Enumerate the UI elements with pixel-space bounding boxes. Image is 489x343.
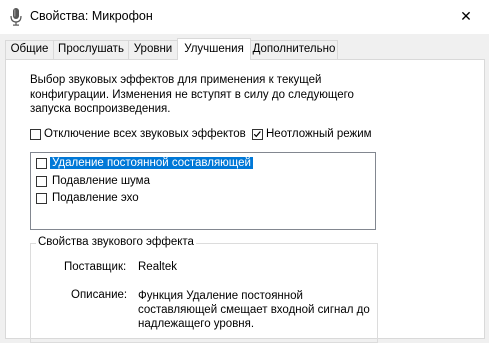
tab-label: Прослушать	[58, 43, 124, 55]
window-title: Свойства: Микрофон	[30, 9, 153, 23]
immediate-mode-checkbox[interactable]	[252, 129, 263, 140]
effect-checkbox-echo-cancellation[interactable]	[36, 193, 47, 204]
effect-description-label: Описание:	[71, 289, 128, 301]
selected-effect-text: Удаление постоянной составляющей	[50, 157, 253, 169]
title-bar: Свойства: Микрофон ✕	[0, 0, 489, 34]
effect-description-value: Функция Удаление постоянной составляющей…	[138, 290, 370, 330]
tab-label: Улучшения	[184, 43, 244, 55]
tab-general[interactable]: Общие	[5, 40, 54, 59]
provider-label: Поставщик:	[64, 261, 127, 273]
tab-advanced[interactable]: Дополнительно	[250, 40, 338, 59]
microphone-icon	[10, 8, 22, 26]
effect-label-echo-cancellation[interactable]: Подавление эхо	[52, 192, 139, 204]
effect-checkbox-dc-offset[interactable]	[36, 158, 47, 169]
effect-label-dc-offset[interactable]: Удаление постоянной составляющей	[50, 157, 253, 169]
effect-checkbox-noise-suppression[interactable]	[36, 176, 47, 187]
tab-levels[interactable]: Уровни	[128, 40, 178, 59]
effect-label-noise-suppression[interactable]: Подавление шума	[52, 175, 150, 187]
tab-listen[interactable]: Прослушать	[53, 40, 129, 59]
close-button[interactable]: ✕	[443, 0, 489, 34]
checkmark-icon	[253, 131, 261, 138]
tab-enhancements[interactable]: Улучшения	[177, 38, 251, 60]
tab-label: Дополнительно	[252, 43, 336, 55]
tab-label: Уровни	[133, 43, 173, 55]
enhancements-description: Выбор звуковых эффектов для применения к…	[30, 74, 354, 115]
close-icon: ✕	[460, 9, 472, 25]
disable-all-label[interactable]: Отключение всех звуковых эффектов	[44, 128, 246, 140]
tab-label: Общие	[10, 43, 49, 55]
effect-properties-title: Свойства звукового эффекта	[36, 236, 196, 248]
provider-value: Realtek	[138, 261, 177, 273]
disable-all-checkbox[interactable]	[30, 129, 41, 140]
immediate-mode-label[interactable]: Неотложный режим	[266, 128, 372, 140]
